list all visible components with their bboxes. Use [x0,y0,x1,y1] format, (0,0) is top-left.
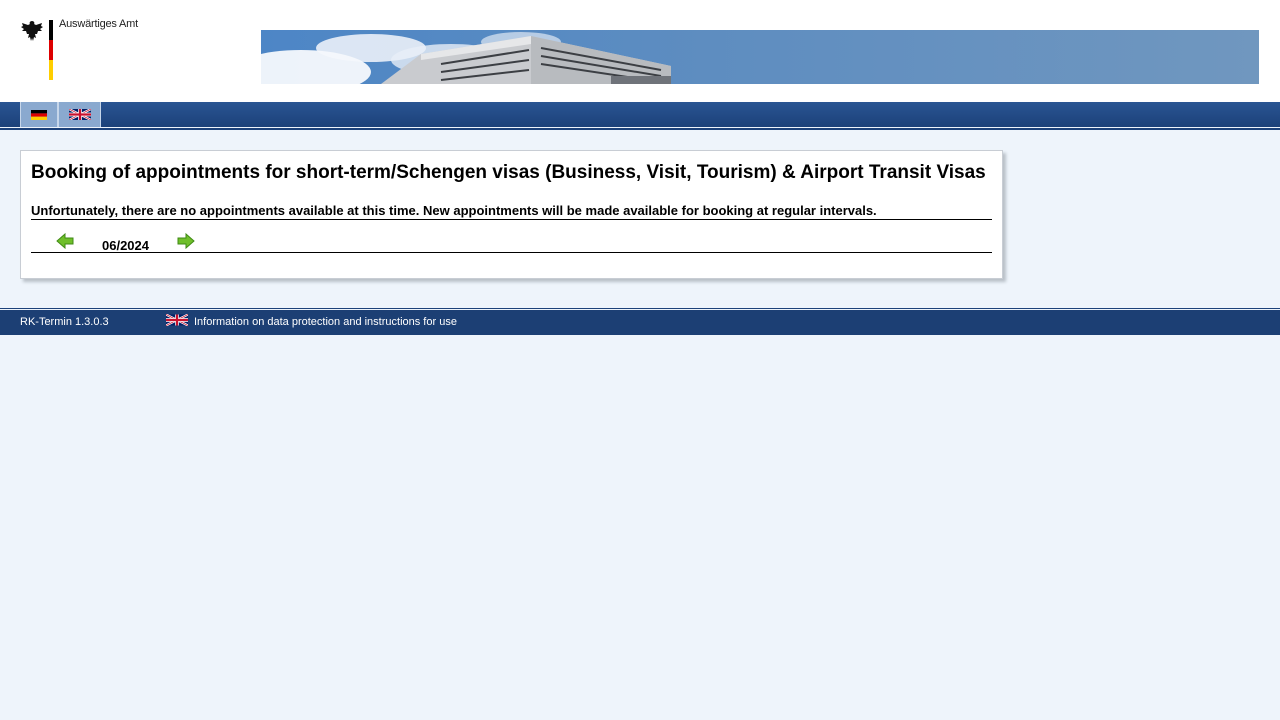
flag-uk-icon [68,109,91,120]
flag-uk-icon [166,314,188,326]
arrow-right-icon [177,232,195,250]
building-banner-image [261,30,1259,84]
privacy-info-link[interactable]: Information on data protection and instr… [194,316,457,328]
org-name: Auswärtiges Amt [59,18,138,30]
flag-germany-icon [31,109,47,120]
language-english-button[interactable] [58,102,101,127]
federal-eagle-icon [21,21,43,41]
previous-month-button[interactable] [56,232,74,254]
app-version: RK-Termin 1.3.0.3 [20,316,109,328]
navigation-bar [0,102,1280,127]
no-appointments-notice: Unfortunately, there are no appointments… [31,203,992,220]
logo-flag-stripe [49,20,53,80]
current-month: 06/2024 [102,238,149,253]
appointment-panel: Booking of appointments for short-term/S… [20,150,1003,279]
arrow-left-icon [56,232,74,250]
page-footer: RK-Termin 1.3.0.3 Information on data pr… [0,310,1280,335]
page-header: Auswärtiges Amt [0,0,1280,102]
language-german-button[interactable] [20,102,58,127]
auswaertiges-amt-logo[interactable]: Auswärtiges Amt [20,18,140,82]
month-navigation: 06/2024 [31,232,992,254]
footer-divider [0,308,1280,309]
next-month-button[interactable] [177,232,195,254]
navigation-divider [0,128,1280,130]
page-title: Booking of appointments for short-term/S… [31,162,986,183]
